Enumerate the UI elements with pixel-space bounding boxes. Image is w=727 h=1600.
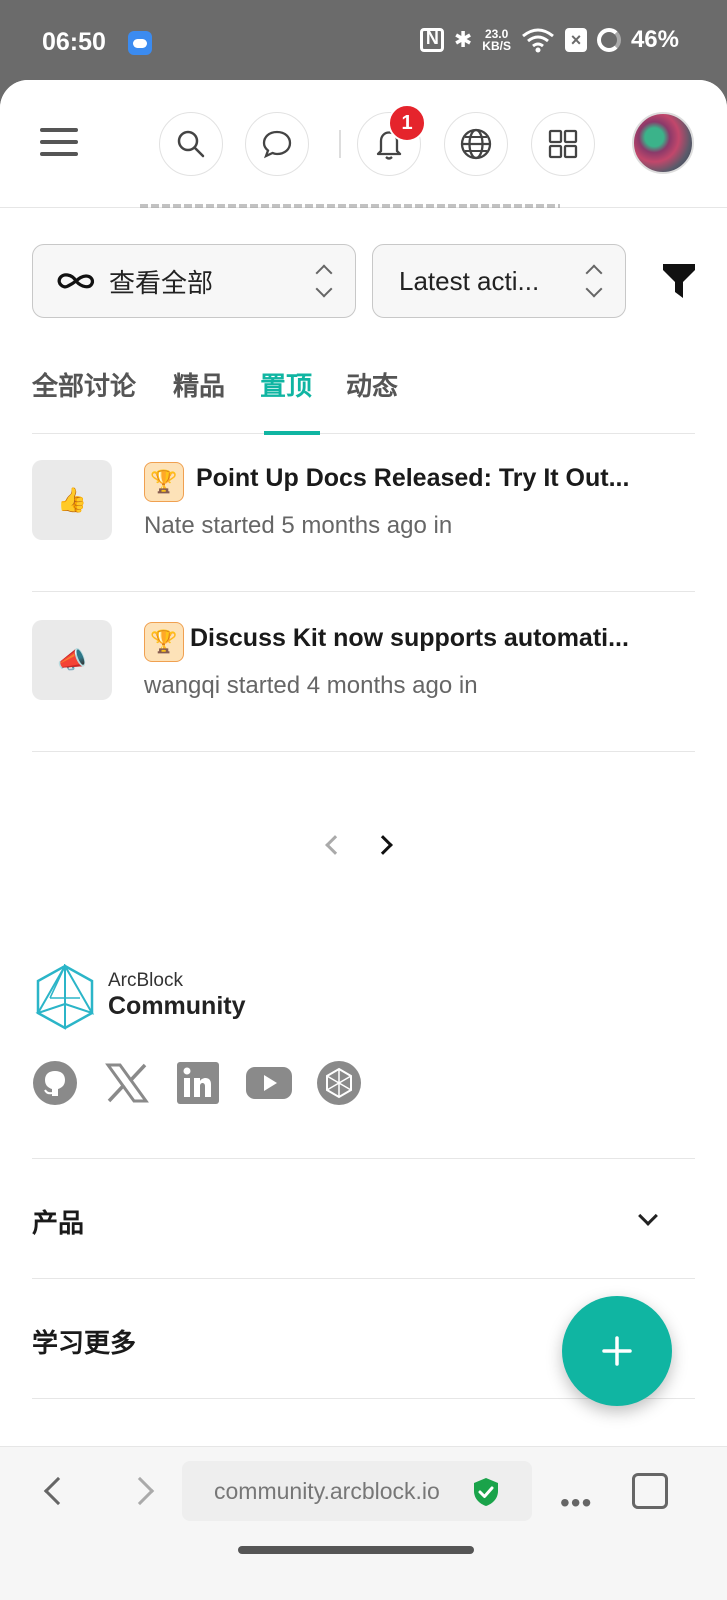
apps-grid-icon [548,129,578,159]
scope-select[interactable]: 查看全部 [32,244,356,318]
arcblock-logo [35,964,95,1030]
tab-featured[interactable]: 精品 [173,366,225,403]
sort-select-label: Latest acti... [399,265,540,296]
arcblock-icon[interactable] [316,1060,362,1106]
weather-icon [128,31,152,55]
network-speed: 23.0 KB/S [482,28,511,52]
accordion-label: 学习更多 [32,1328,137,1358]
brand-name: Community [108,992,246,1020]
chat-bubble-icon [262,130,292,159]
x-icon[interactable] [104,1060,150,1106]
accordion-label: 产品 [32,1208,85,1238]
forward-icon[interactable] [125,1476,155,1506]
youtube-icon[interactable] [245,1060,293,1106]
user-avatar[interactable] [632,112,694,174]
apps-button[interactable] [531,112,595,176]
wifi-icon [522,28,554,53]
nfc-icon [419,28,444,52]
post-meta: wangqi started 4 months ago in [144,672,478,699]
battery-icon [596,28,621,52]
sort-select[interactable]: Latest acti... [372,244,626,318]
scrolled-content-peek [140,198,560,208]
status-bar: 06:50 ✱ 23.0 KB/S × 46% [0,0,727,82]
search-icon [177,130,205,158]
tab-activity[interactable]: 动态 [346,366,398,403]
scope-select-label: 查看全部 [109,267,214,298]
notification-badge: 1 [388,104,426,142]
tab-all-discussions[interactable]: 全部讨论 [32,366,136,403]
menu-icon[interactable] [40,128,78,156]
network-speed-unit: KB/S [482,39,511,53]
select-arrows-icon [585,263,603,299]
plus-icon [602,1336,632,1366]
discussion-tabs: 全部讨论 精品 置顶 动态 [32,360,695,435]
globe-icon [460,128,492,160]
gesture-home-bar [238,1546,474,1554]
list-item[interactable]: 📣 🏆 Discuss Kit now supports automati...… [32,592,695,752]
shield-check-icon [474,1478,498,1506]
post-thumbnail: 📣 [32,620,112,700]
url-text: community.arcblock.io [214,1477,440,1504]
post-meta: Nate started 5 months ago in [144,512,453,539]
chat-button[interactable] [245,112,309,176]
battery-level: 46% [630,26,679,53]
github-icon[interactable] [32,1060,78,1106]
accordion-products[interactable]: 产品 [32,1158,695,1278]
back-icon[interactable] [43,1476,73,1506]
filter-icon[interactable] [662,262,696,300]
top-header: 1 [0,80,727,208]
post-title[interactable]: Discuss Kit now supports automati... [190,624,629,653]
status-icons: ✱ 23.0 KB/S × 46% [419,26,679,54]
trophy-icon: 🏆 [144,622,184,662]
trophy-icon: 🏆 [144,462,184,502]
status-time: 06:50 [42,28,106,56]
prev-page-icon[interactable] [325,835,345,855]
address-bar[interactable]: community.arcblock.io [182,1461,532,1521]
post-thumbnail: 👍 [32,460,112,540]
post-title[interactable]: Point Up Docs Released: Try It Out... [196,464,629,493]
list-item[interactable]: 👍 🏆 Point Up Docs Released: Try It Out..… [32,432,695,592]
next-page-icon[interactable] [373,835,393,855]
bluetooth-icon: ✱ [453,27,473,52]
brand-small-text: ArcBlock [108,970,183,991]
app-sheet: 1 查看全部 Latest acti... 全部讨论 精品 置顶 动态 👍 🏆 … [0,80,727,1600]
infinity-icon [57,273,95,289]
picture-in-picture-icon[interactable] [632,1473,668,1509]
more-options-icon[interactable]: ••• [560,1487,592,1519]
tab-pinned[interactable]: 置顶 [260,366,312,403]
header-divider [339,130,341,158]
new-post-button[interactable] [562,1296,672,1406]
select-arrows-icon [315,263,333,299]
sim-off-icon: × [564,28,587,52]
search-button[interactable] [159,112,223,176]
linkedin-icon[interactable] [175,1060,221,1106]
chevron-down-icon [638,1206,658,1226]
language-button[interactable] [444,112,508,176]
browser-toolbar: community.arcblock.io ••• [0,1446,727,1600]
